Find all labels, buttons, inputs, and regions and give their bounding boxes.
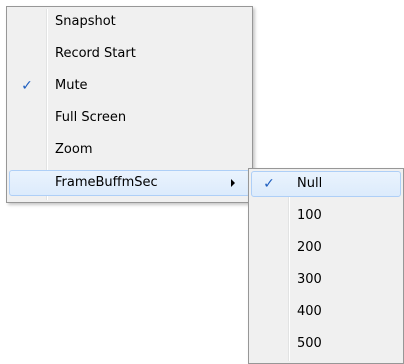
submenu-item-label: 500 (297, 336, 322, 351)
menu-item-label: FrameBuffmSec (55, 175, 158, 190)
submenu-item-label: Null (297, 176, 323, 191)
framebuffmsec-submenu: ✓ Null 100 200 300 400 500 (248, 168, 404, 364)
submenu-item-100[interactable]: 100 (251, 203, 401, 229)
menu-item-framebuffmsec[interactable]: FrameBuffmSec (9, 170, 250, 196)
menu-item-label: Zoom (55, 142, 93, 157)
checkmark-icon: ✓ (21, 78, 33, 94)
menu-item-mute[interactable]: ✓ Mute (9, 73, 250, 99)
submenu-arrow-icon (231, 179, 235, 187)
menu-item-record-start[interactable]: Record Start (9, 41, 250, 67)
menu-item-label: Mute (55, 78, 88, 93)
context-menu: Snapshot Record Start ✓ Mute Full Screen… (6, 6, 253, 203)
menu-item-label: Full Screen (55, 110, 127, 125)
checkmark-icon: ✓ (263, 176, 275, 192)
menu-item-snapshot[interactable]: Snapshot (9, 9, 250, 35)
submenu-item-200[interactable]: 200 (251, 235, 401, 261)
submenu-item-label: 300 (297, 272, 322, 287)
menu-item-label: Snapshot (55, 14, 116, 29)
submenu-item-500[interactable]: 500 (251, 331, 401, 357)
menu-item-full-screen[interactable]: Full Screen (9, 105, 250, 131)
menu-item-label: Record Start (55, 46, 136, 61)
submenu-item-label: 400 (297, 304, 322, 319)
submenu-item-label: 200 (297, 240, 322, 255)
submenu-item-null[interactable]: ✓ Null (251, 171, 401, 197)
menu-item-zoom[interactable]: Zoom (9, 137, 250, 163)
submenu-item-label: 100 (297, 208, 322, 223)
submenu-item-400[interactable]: 400 (251, 299, 401, 325)
submenu-item-300[interactable]: 300 (251, 267, 401, 293)
